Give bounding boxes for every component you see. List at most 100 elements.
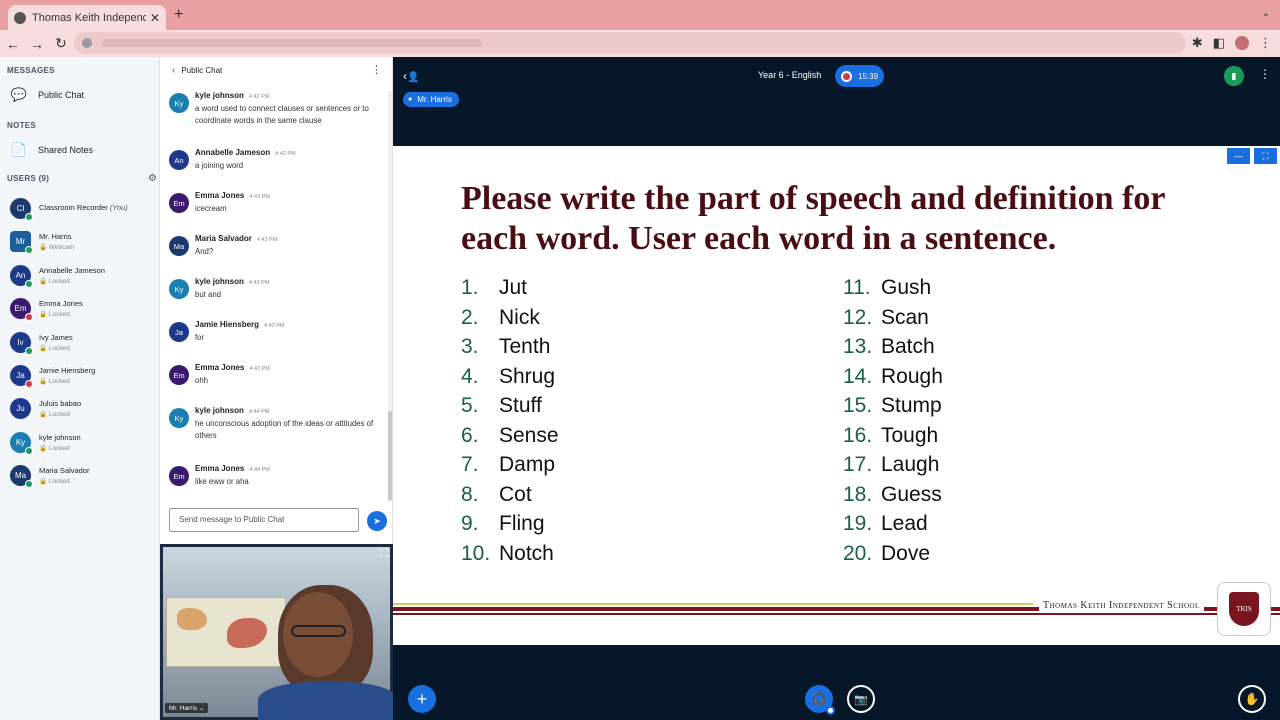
user-list-item[interactable]: Cl Classroom Recorder (You): [10, 198, 128, 221]
user-status-text: Locked: [48, 378, 70, 385]
lock-icon: 🔒: [39, 378, 49, 385]
word-text: Batch: [881, 335, 935, 358]
browser-tab[interactable]: Thomas Keith Independent Sc ✕: [8, 5, 166, 30]
tab-search-icon[interactable]: ⌄: [1262, 8, 1270, 19]
avatar-initials: Em: [14, 304, 27, 314]
message-list: Ky kyle johnson 4:42 PM a word used to co…: [160, 91, 386, 499]
user-name: Juluis babao: [39, 399, 81, 408]
expand-icon[interactable]: ⛶: [380, 548, 388, 561]
message-avatar: Ma: [169, 236, 189, 256]
user-name: Annabelle Jameson: [39, 266, 105, 275]
word-text: Sense: [499, 423, 559, 447]
message-text: for: [195, 333, 205, 342]
word-list-item: 2. Nick: [461, 306, 559, 336]
user-list-toggle-icon[interactable]: ‹👤: [403, 69, 419, 83]
message-body: Jamie Hiensberg 4:43 PM for: [195, 320, 386, 344]
lock-icon: 🔒: [39, 244, 49, 252]
camera-icon: 📷: [854, 693, 868, 706]
back-icon[interactable]: ←: [2, 36, 24, 52]
minimize-presentation-button[interactable]: —: [1227, 148, 1250, 164]
message-author: Emma Jones 4:44 PM: [195, 464, 386, 473]
webcam-person-glasses: [291, 625, 346, 637]
message-avatar: Ky: [169, 279, 189, 299]
recording-indicator[interactable]: 15:39: [835, 65, 884, 87]
word-number: 1.: [461, 276, 479, 299]
chat-message: Ja Jamie Hiensberg 4:43 PM for: [169, 320, 386, 344]
message-avatar-initials: Em: [173, 471, 185, 481]
user-info: Annabelle Jameson 🔒 Locked: [39, 266, 105, 285]
actions-button[interactable]: +: [408, 685, 436, 713]
avatar: Ky: [10, 431, 33, 455]
close-tab-icon[interactable]: ✕: [150, 11, 160, 25]
webcam-tile[interactable]: Mr. Harris ⌄ ⛶: [160, 544, 393, 720]
user-list-item[interactable]: Em Emma Jones 🔒 Locked: [10, 298, 83, 322]
user-list-item[interactable]: Ma Maria Salvador 🔒 Locked: [10, 465, 89, 489]
gear-icon[interactable]: ⚙: [148, 173, 157, 184]
message-author: kyle johnson 4:43 PM: [195, 277, 386, 286]
public-chat-label: Public Chat: [38, 90, 85, 100]
forward-icon[interactable]: →: [26, 36, 48, 52]
message-text: like eww or aha: [195, 477, 249, 486]
word-list-right: 11. Gush 12. Scan 13. Batch 14. Rough 15. Stump 16…: [843, 276, 943, 571]
chat-scrollbar[interactable]: [388, 91, 392, 501]
word-list-item: 17. Laugh: [843, 453, 943, 483]
user-list-item[interactable]: Ju Juluis babao 🔒 Locked: [10, 398, 81, 420]
user-list-item[interactable]: An Annabelle Jameson 🔒 Locked: [10, 264, 105, 288]
user-list-item[interactable]: Iv Ivy James 🔒 Locked: [10, 331, 73, 355]
extensions-icon[interactable]: ✱: [1192, 35, 1203, 51]
chevron-left-icon[interactable]: ‹: [172, 65, 175, 76]
options-menu-icon[interactable]: ⋮: [1259, 67, 1271, 81]
word-number: 16.: [843, 423, 873, 447]
avatar: Cl: [10, 198, 33, 221]
crest-shield: TKIS: [1229, 592, 1259, 626]
address-bar[interactable]: [74, 32, 1186, 54]
word-list-left: 1. Jut 2. Nick 3. Tenth 4. Shrug 5. Stuff 6. Sense 7…: [461, 276, 559, 571]
chat-options-icon[interactable]: ⋮: [371, 63, 382, 76]
word-text: Shrug: [499, 364, 556, 388]
message-author-name: Emma Jones: [195, 191, 245, 200]
word-text: Stuff: [499, 394, 542, 417]
avatar-initials: Iv: [17, 337, 24, 347]
user-list-item[interactable]: Ja Jamie Hiensberg 🔒 Locked: [10, 365, 95, 388]
chat-header[interactable]: ‹ Public Chat: [172, 65, 222, 76]
word-number: 15.: [843, 394, 873, 417]
users-section-title: USERS (9): [7, 174, 50, 183]
send-button[interactable]: ➤: [367, 511, 387, 531]
message-avatar-initials: Em: [173, 370, 185, 380]
user-list-item[interactable]: Mr Mr. Harris 🔒 Webcam: [10, 231, 74, 255]
user-status-dot: [25, 480, 33, 489]
user-name: Classroom Recorder (You): [39, 203, 128, 212]
shared-notes-label: Shared Notes: [38, 145, 94, 155]
audio-button[interactable]: 🎧: [805, 685, 835, 715]
footer-stripe-maroon-thin: [393, 613, 1280, 615]
connection-status-icon[interactable]: ▮: [1224, 66, 1244, 86]
message-author: Maria Salvador 4:43 PM: [195, 234, 386, 243]
user-name-text: Mr. Harris: [39, 232, 72, 242]
webcam-name-label[interactable]: Mr. Harris ⌄: [165, 703, 209, 713]
scrollbar-thumb[interactable]: [388, 411, 392, 501]
lock-icon: 🔒: [39, 478, 49, 486]
chat-message-input[interactable]: Send message to Public Chat: [169, 508, 359, 532]
user-list-item[interactable]: Ky kyle johnson 🔒 Locked: [10, 431, 81, 455]
raise-hand-button[interactable]: ✋: [1238, 685, 1266, 713]
message-avatar: Ky: [169, 408, 189, 428]
new-tab-button[interactable]: +: [174, 6, 183, 24]
site-info-icon[interactable]: [82, 38, 92, 48]
message-text: a joining word: [195, 161, 244, 170]
avatar: Em: [10, 298, 33, 322]
reload-icon[interactable]: ↻: [50, 35, 72, 52]
webcam-toggle-button[interactable]: 📷: [847, 685, 875, 713]
word-list-item: 15. Stump: [843, 394, 943, 424]
browser-menu-icon[interactable]: ⋮: [1259, 35, 1272, 51]
word-number: 9.: [461, 512, 479, 535]
user-name-text: Juluis babao: [39, 399, 82, 409]
fullscreen-button[interactable]: ⛶: [1254, 148, 1277, 164]
public-chat-link[interactable]: 💬 Public Chat: [10, 86, 84, 104]
word-number: 4.: [461, 364, 479, 388]
side-panel-icon[interactable]: ◧: [1213, 35, 1225, 51]
word-text: Notch: [499, 541, 554, 565]
shared-notes-link[interactable]: 📄 Shared Notes: [10, 141, 93, 159]
webcam-video: [163, 547, 393, 720]
lock-icon: 🔒: [39, 444, 49, 452]
profile-avatar[interactable]: [1235, 36, 1249, 50]
